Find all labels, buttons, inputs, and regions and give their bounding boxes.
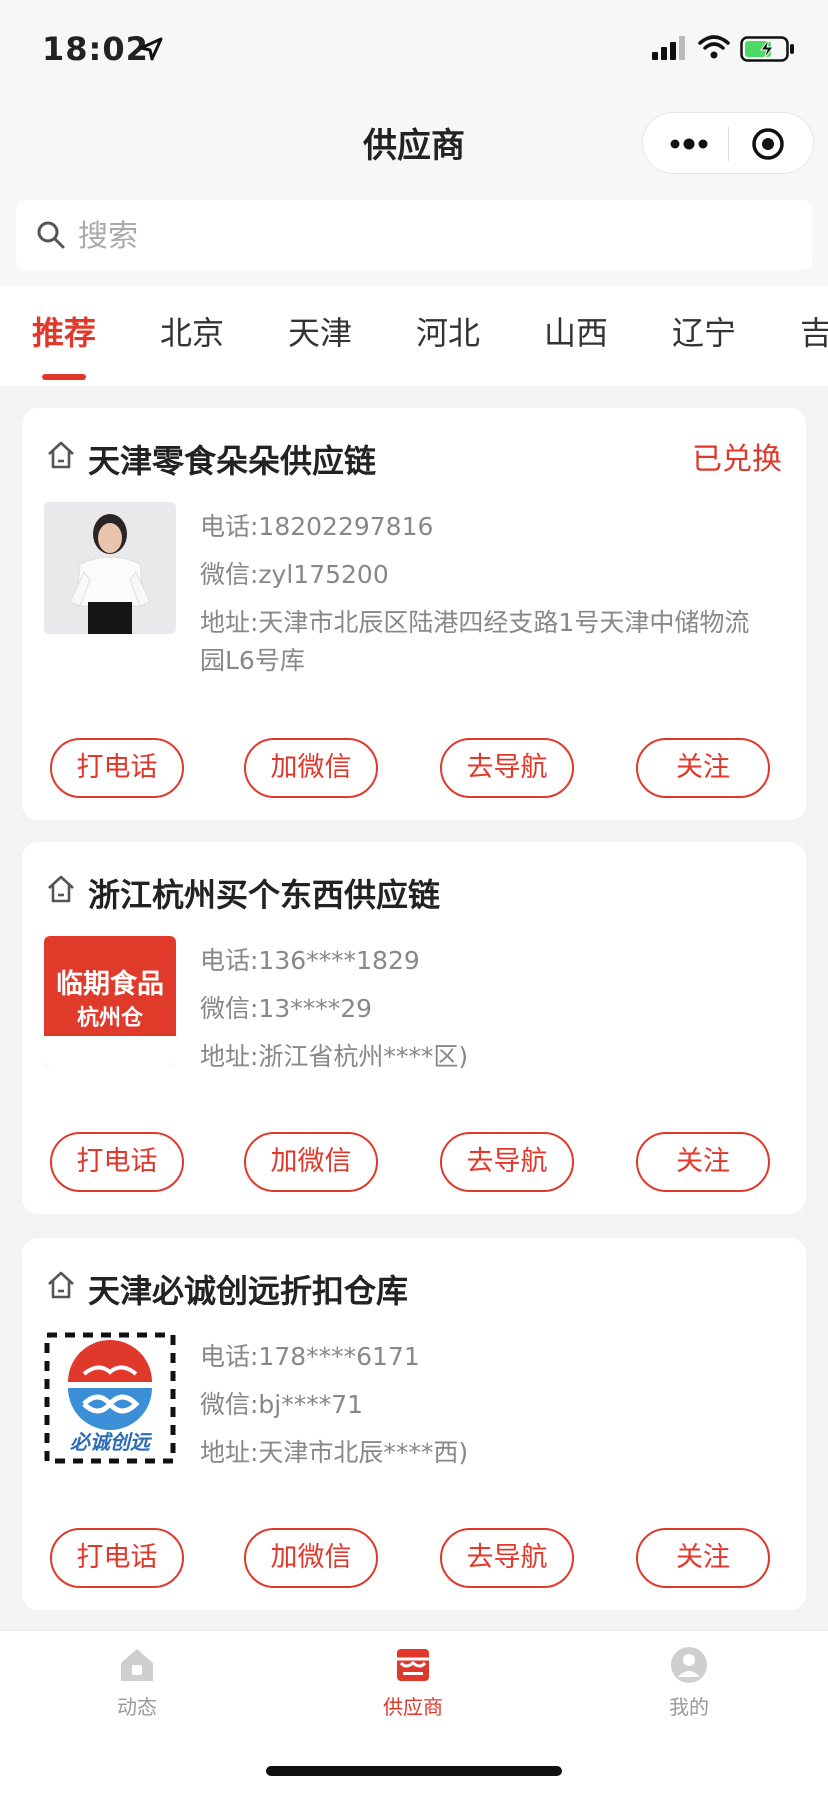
supplier-card[interactable]: 天津必诚创远折扣仓库 必诚创远 电话:178****6171 微信:bj****… <box>22 1238 806 1610</box>
close-target-icon[interactable] <box>751 127 785 161</box>
navigate-button[interactable]: 去导航 <box>440 1132 574 1192</box>
home-icon <box>48 441 74 469</box>
supplier-address: 地址:浙江省杭州****区) <box>200 1042 469 1071</box>
supplier-info: 电话:18202297816 微信:zyl175200 地址:天津市北辰区陆港四… <box>200 508 760 690</box>
supplier-logo: 临期食品 杭州仓 <box>44 936 176 1068</box>
logo-text-line2: 杭州仓 <box>76 1006 143 1031</box>
logo-text-line1: 临期食品 <box>56 969 164 1000</box>
tabbar-item-supplier[interactable]: 供应商 <box>338 1645 488 1720</box>
supplier-wechat: 微信:13****29 <box>200 994 373 1023</box>
nav-bar: 供应商 <box>0 100 828 186</box>
tab-recommend[interactable]: 推荐 <box>32 308 96 354</box>
supplier-info: 电话:136****1829 微信:13****29 地址:浙江省杭州****区… <box>200 942 760 1086</box>
battery-charging-icon <box>740 36 794 62</box>
supplier-address: 地址:天津市北辰区陆港四经支路1号天津中储物流园L6号库 <box>200 608 750 675</box>
search-input[interactable] <box>76 210 780 262</box>
supplier-phone: 电话:136****1829 <box>200 946 420 975</box>
supplier-card[interactable]: 浙江杭州买个东西供应链 临期食品 杭州仓 电话:136****1829 微信:1… <box>22 842 806 1214</box>
signal-icon <box>652 36 685 60</box>
action-buttons: 打电话 加微信 去导航 关注 <box>22 1528 806 1588</box>
tab-liaoning[interactable]: 辽宁 <box>672 308 736 354</box>
mini-program-capsule <box>642 112 814 174</box>
call-button[interactable]: 打电话 <box>50 738 184 798</box>
call-button[interactable]: 打电话 <box>50 1528 184 1588</box>
add-wechat-button[interactable]: 加微信 <box>244 1132 378 1192</box>
tabbar-label: 动态 <box>117 1695 157 1719</box>
tabbar-label: 供应商 <box>383 1695 443 1719</box>
follow-button[interactable]: 关注 <box>636 738 770 798</box>
capsule-divider <box>728 127 729 161</box>
wifi-icon <box>698 35 730 59</box>
follow-button[interactable]: 关注 <box>636 1528 770 1588</box>
tab-shanxi[interactable]: 山西 <box>544 308 608 354</box>
call-button[interactable]: 打电话 <box>50 1132 184 1192</box>
follow-button[interactable]: 关注 <box>636 1132 770 1192</box>
supplier-info: 电话:178****6171 微信:bj****71 地址:天津市北辰****西… <box>200 1338 760 1482</box>
status-bar: 18:02 <box>0 0 828 100</box>
search-icon <box>37 221 65 249</box>
supplier-name: 天津零食朵朵供应链 <box>88 442 377 480</box>
tabbar-item-dynamic[interactable]: 动态 <box>62 1645 212 1720</box>
supplier-name: 浙江杭州买个东西供应链 <box>88 876 441 914</box>
location-arrow-icon <box>139 37 163 61</box>
supplier-logo: 必诚创远 <box>44 1332 176 1464</box>
more-icon[interactable] <box>667 127 711 161</box>
home-indicator <box>266 1766 562 1776</box>
tab-tianjin[interactable]: 天津 <box>288 308 352 354</box>
tab-jilin[interactable]: 吉 <box>800 308 828 354</box>
home-icon <box>121 1649 153 1681</box>
home-icon <box>48 875 74 903</box>
supplier-wechat: 微信:zyl175200 <box>200 560 389 589</box>
tab-hebei[interactable]: 河北 <box>416 308 480 354</box>
add-wechat-button[interactable]: 加微信 <box>244 1528 378 1588</box>
action-buttons: 打电话 加微信 去导航 关注 <box>22 1132 806 1192</box>
supplier-name: 天津必诚创远折扣仓库 <box>88 1272 409 1310</box>
person-photo-image <box>44 502 176 634</box>
search-bar <box>16 200 812 270</box>
action-buttons: 打电话 加微信 去导航 关注 <box>22 738 806 798</box>
redeemed-badge: 已兑换 <box>692 442 782 477</box>
supplier-card[interactable]: 天津零食朵朵供应链 已兑换 电话:18202297816 微信:zyl17520… <box>22 408 806 820</box>
supplier-address: 地址:天津市北辰****西) <box>200 1438 469 1467</box>
logo-text: 必诚创远 <box>70 1430 150 1454</box>
tabbar-label: 我的 <box>669 1695 709 1719</box>
supplier-wechat: 微信:bj****71 <box>200 1390 364 1419</box>
navigate-button[interactable]: 去导航 <box>440 738 574 798</box>
region-tabs: 推荐 北京 天津 河北 山西 辽宁 吉 <box>0 286 828 386</box>
active-tab-indicator <box>42 374 86 380</box>
search-bar-wrap <box>0 186 828 286</box>
tabbar-item-mine[interactable]: 我的 <box>614 1645 764 1720</box>
add-wechat-button[interactable]: 加微信 <box>244 738 378 798</box>
tab-beijing[interactable]: 北京 <box>160 308 224 354</box>
logo-strip <box>44 1036 176 1068</box>
store-icon <box>397 1649 429 1681</box>
home-icon <box>48 1271 74 1299</box>
status-time: 18:02 <box>42 30 149 68</box>
supplier-phone: 电话:178****6171 <box>200 1342 420 1371</box>
supplier-phone: 电话:18202297816 <box>200 512 434 541</box>
supplier-photo <box>44 502 176 634</box>
navigate-button[interactable]: 去导航 <box>440 1528 574 1588</box>
user-icon <box>671 1647 707 1683</box>
